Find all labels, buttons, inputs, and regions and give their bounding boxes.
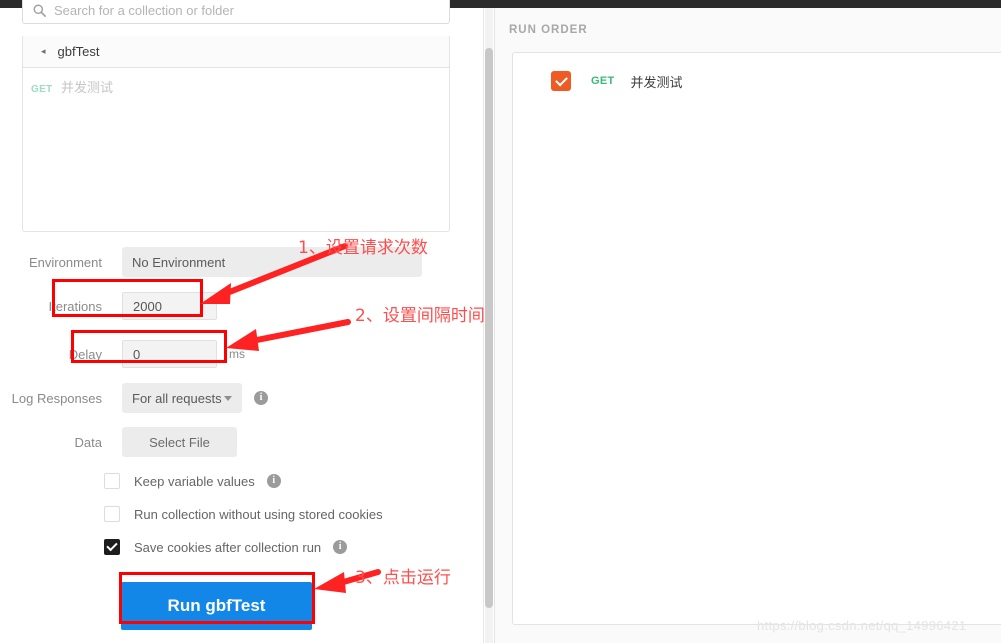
search-icon <box>33 3 46 17</box>
select-file-label: Select File <box>149 434 210 450</box>
chevron-left-icon: ◂ <box>41 46 46 56</box>
info-icon[interactable]: i <box>333 540 348 554</box>
search-placeholder-text: Search for a collection or folder <box>54 2 234 18</box>
save-cookies-label: Save cookies after collection run <box>134 539 322 555</box>
delay-label: Delay <box>68 346 102 362</box>
run-order-title: RUN ORDER <box>509 24 588 36</box>
collection-name: gbfTest <box>57 44 100 59</box>
run-without-cookies-label: Run collection without using stored cook… <box>134 506 383 522</box>
run-order-item-checkbox[interactable] <box>551 71 571 91</box>
data-label: Data <box>74 434 102 450</box>
list-item[interactable]: GET 并发测试 <box>513 53 1001 91</box>
chevron-down-icon <box>224 395 232 401</box>
log-responses-row: Log Responses For all requests i <box>0 383 268 413</box>
annotation-label-3: 3、点击运行 <box>355 568 451 588</box>
iterations-input[interactable]: 2000 <box>122 292 217 320</box>
run-order-item-method: GET <box>591 75 615 87</box>
delay-input[interactable]: 0 <box>122 340 217 368</box>
list-item[interactable]: GET 并发测试 <box>23 77 449 101</box>
keep-variable-values-row[interactable]: Keep variable values i <box>104 473 281 489</box>
iterations-label: Iterations <box>48 298 102 314</box>
watermark: https://blog.csdn.net/qq_14996421 <box>757 618 967 633</box>
run-without-cookies-row[interactable]: Run collection without using stored cook… <box>104 506 383 522</box>
search-collection-input[interactable]: Search for a collection or folder <box>22 0 450 24</box>
delay-value: 0 <box>133 346 141 362</box>
run-without-cookies-checkbox[interactable] <box>104 506 120 522</box>
keep-variable-values-checkbox[interactable] <box>104 473 120 489</box>
log-responses-select[interactable]: For all requests <box>122 383 242 413</box>
log-responses-value: For all requests <box>132 390 222 406</box>
environment-value: No Environment <box>132 254 226 270</box>
request-list: GET 并发测试 <box>22 68 450 232</box>
annotation-label-1: 1、设置请求次数 <box>298 238 428 258</box>
iterations-row: Iterations 2000 <box>0 292 217 320</box>
select-file-button[interactable]: Select File <box>122 427 237 457</box>
environment-label: Environment <box>29 254 102 270</box>
request-name: 并发测试 <box>61 80 114 95</box>
info-icon[interactable]: i <box>266 474 281 488</box>
run-order-item-name: 并发测试 <box>630 74 683 90</box>
data-row: Data Select File <box>0 427 237 457</box>
run-collection-button[interactable]: Run gbfTest <box>121 582 312 630</box>
delay-row: Delay 0 ms <box>0 340 245 368</box>
run-order-pane: RUN ORDER GET 并发测试 <box>494 8 1001 643</box>
save-cookies-row[interactable]: Save cookies after collection run i <box>104 539 348 555</box>
keep-variable-values-label: Keep variable values <box>134 473 255 489</box>
request-method: GET <box>31 84 53 95</box>
delay-unit: ms <box>229 347 245 361</box>
left-pane-scrollbar-thumb[interactable] <box>485 48 493 608</box>
annotation-label-2: 2、设置间隔时间 <box>355 306 485 326</box>
save-cookies-checkbox[interactable] <box>104 539 120 555</box>
run-order-card: GET 并发测试 <box>512 52 1001 625</box>
log-responses-label: Log Responses <box>11 390 102 406</box>
iterations-value: 2000 <box>133 298 162 314</box>
collection-folder-row[interactable]: ◂ gbfTest <box>22 36 450 68</box>
info-icon[interactable]: i <box>254 391 268 405</box>
